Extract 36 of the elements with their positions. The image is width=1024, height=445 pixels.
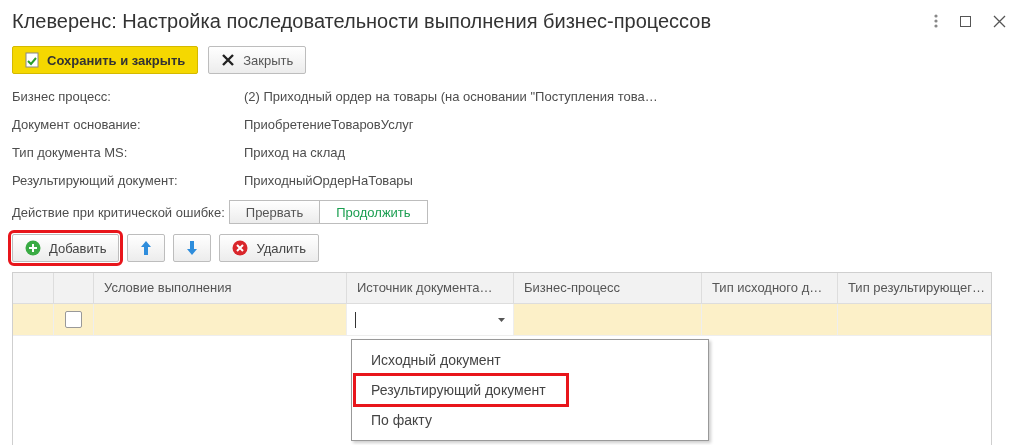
field-value: ПриходныйОрдерНаТовары [244, 172, 414, 190]
field-label: Бизнес процесс: [12, 88, 112, 106]
document-icon [25, 52, 39, 68]
column-header[interactable]: Тип исходного д… [701, 273, 837, 303]
maximize-icon[interactable] [960, 15, 971, 27]
checkbox[interactable] [65, 311, 82, 328]
delete-button[interactable]: Удалить [219, 234, 320, 262]
column-header[interactable]: Бизнес-процесс [513, 273, 701, 303]
arrow-up-icon [140, 240, 153, 256]
dropdown-arrow-icon[interactable] [498, 317, 505, 322]
field-label: Действие при критической ошибке: [12, 204, 225, 220]
menu-item[interactable]: Исходный документ [356, 346, 516, 374]
move-up-button[interactable] [127, 234, 166, 262]
column-header[interactable]: Источник документа… [346, 273, 513, 303]
field-value: ПриобретениеТоваровУслуг [244, 116, 415, 134]
add-icon [25, 240, 41, 256]
save-and-close-button[interactable]: Сохранить и закрыть [12, 46, 199, 74]
field-label: Документ основание: [12, 116, 142, 134]
option-button[interactable]: Прервать [228, 200, 321, 224]
field-label: Тип документа MS: [12, 144, 129, 162]
field-value: (2) Приходный ордер на товары (на основании "Поступления това… [244, 88, 659, 106]
close-icon[interactable] [993, 14, 1006, 28]
more-icon[interactable] [934, 14, 938, 28]
move-down-button[interactable] [173, 234, 212, 262]
delete-icon [232, 240, 249, 256]
close-icon [221, 53, 236, 67]
menu-item[interactable]: По факту [356, 406, 447, 434]
field-value: Приход на склад [244, 144, 347, 162]
column-header[interactable]: Тип результирующег… [837, 273, 995, 303]
close-button[interactable]: Закрыть [208, 46, 307, 74]
window-title: Клеверенс: Настройка последовательности выполнения бизнес-процессов [12, 9, 713, 33]
arrow-down-icon [186, 240, 199, 256]
column-header[interactable]: Условие выполнения [93, 273, 346, 303]
option-button[interactable]: Продолжить [320, 200, 428, 224]
menu-item[interactable]: Результирующий документ [356, 376, 566, 404]
field-label: Результирующий документ: [12, 172, 179, 190]
